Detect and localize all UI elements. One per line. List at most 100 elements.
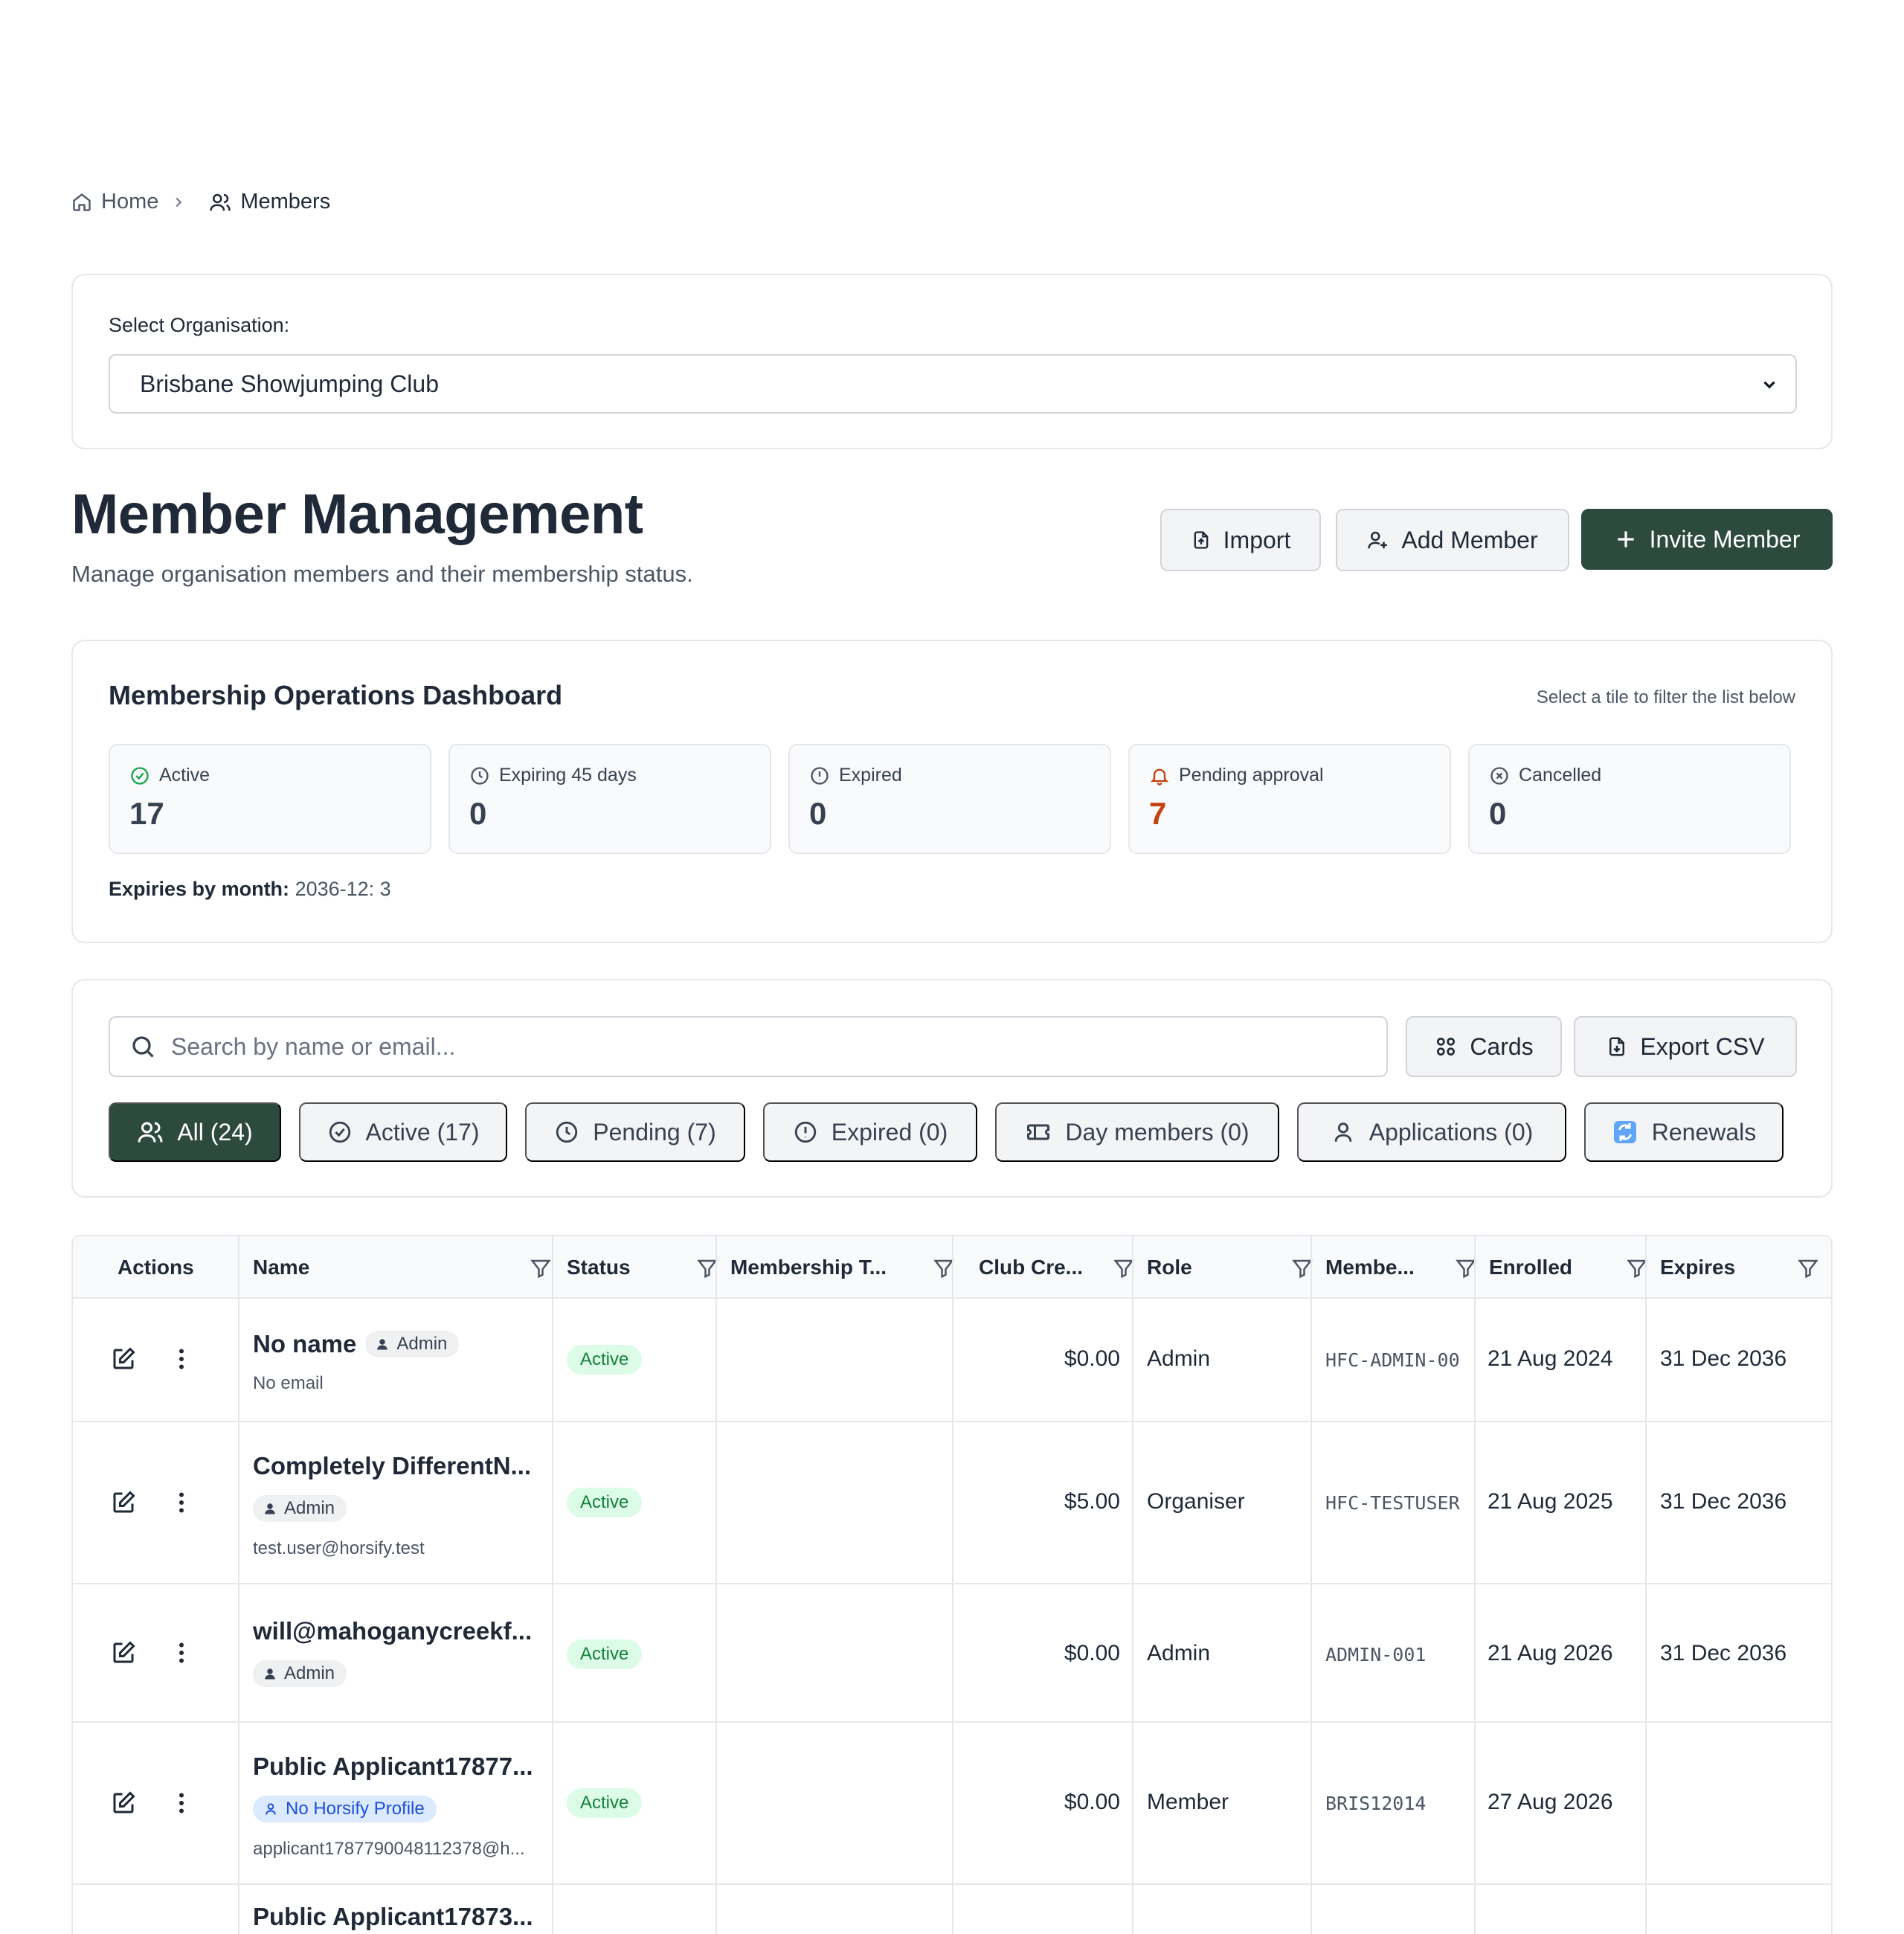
table-row: No name Admin No email Active $0.00 Admi…	[73, 1299, 1831, 1422]
tile-expired[interactable]: Expired 0	[788, 744, 1111, 854]
tile-expiring-label: Expiring 45 days	[499, 765, 637, 786]
member-name[interactable]: Public Applicant17877...	[253, 1753, 533, 1781]
club-credit: $0.00	[1064, 1790, 1120, 1814]
member-email: No email	[253, 1373, 324, 1393]
filter-pill-renewals[interactable]: Renewals	[1584, 1102, 1784, 1162]
column-enrolled-label: Enrolled	[1489, 1256, 1573, 1279]
user-plus-icon	[1368, 531, 1388, 549]
admin-badge-label: Admin	[396, 1334, 448, 1354]
user-icon	[377, 1339, 388, 1350]
filter-funnel-icon[interactable]	[530, 1257, 552, 1279]
column-membership-type-label: Membership T...	[730, 1256, 887, 1279]
dashboard-title: Membership Operations Dashboard	[109, 680, 563, 710]
enrolled-date: 21 Aug 2024	[1488, 1346, 1613, 1371]
member-name[interactable]: will@mahoganycreekf...	[253, 1617, 532, 1645]
column-header-status[interactable]: Status	[567, 1236, 730, 1299]
member-number: HFC-TESTUSER	[1325, 1492, 1460, 1514]
user-icon	[266, 1803, 276, 1815]
filter-pill-active[interactable]: Active (17)	[299, 1102, 507, 1162]
tile-active[interactable]: Active 17	[109, 744, 431, 854]
no-profile-badge-label: No Horsify Profile	[286, 1799, 425, 1819]
expires-date: 31 Dec 2036	[1660, 1489, 1787, 1514]
edit-icon[interactable]	[110, 1346, 137, 1372]
column-actions-label: Actions	[118, 1256, 194, 1279]
admin-badge-label: Admin	[284, 1498, 335, 1518]
role: Admin	[1147, 1346, 1211, 1371]
member-number: BRIS12014	[1325, 1793, 1427, 1814]
add-member-button[interactable]: Add Member	[1336, 509, 1569, 571]
tile-expiring[interactable]: Expiring 45 days 0	[448, 744, 771, 854]
filter-pill-pending-label: Pending (7)	[593, 1118, 716, 1146]
enrolled-date: 27 Aug 2026	[1488, 1790, 1613, 1814]
search-input[interactable]	[171, 1032, 1361, 1061]
members-table: Actions Name Status Membership T... Club…	[71, 1235, 1833, 1934]
table-row: Public Applicant17877... No Horsify Prof…	[73, 1723, 1831, 1885]
more-vertical-icon[interactable]	[168, 1489, 195, 1516]
users-icon	[210, 193, 231, 211]
column-header-expires[interactable]: Expires	[1660, 1236, 1831, 1299]
tile-active-label: Active	[159, 765, 210, 786]
filter-funnel-icon[interactable]	[1797, 1257, 1819, 1279]
tile-pending-approval[interactable]: Pending approval 7	[1128, 744, 1451, 854]
expires-date: 31 Dec 2036	[1660, 1641, 1787, 1665]
column-name-label: Name	[253, 1256, 310, 1279]
enrolled-date: 21 Aug 2025	[1488, 1489, 1613, 1514]
invite-member-button-label: Invite Member	[1649, 525, 1801, 553]
invite-member-button[interactable]: Invite Member	[1581, 509, 1833, 570]
more-vertical-icon[interactable]	[168, 1639, 195, 1666]
admin-badge: Admin	[365, 1331, 460, 1358]
organisation-select[interactable]: Brisbane Showjumping Club	[109, 354, 1797, 414]
page-subtitle: Manage organisation members and their me…	[71, 561, 693, 587]
member-name[interactable]: Public Applicant17873...	[253, 1903, 533, 1931]
cards-view-button-label: Cards	[1470, 1032, 1534, 1060]
column-header-enrolled[interactable]: Enrolled	[1489, 1236, 1660, 1299]
club-credit: $0.00	[1064, 1346, 1120, 1371]
plus-icon	[1617, 531, 1634, 547]
more-vertical-icon[interactable]	[168, 1346, 195, 1372]
column-header-membership-type[interactable]: Membership T...	[730, 1236, 967, 1299]
breadcrumb-home-label: Home	[101, 190, 159, 213]
filter-pill-day-members[interactable]: Day members (0)	[995, 1102, 1279, 1162]
table-row: will@mahoganycreekf... Admin Active $0.0…	[73, 1584, 1831, 1723]
user-icon	[265, 1668, 275, 1680]
export-csv-button[interactable]: Export CSV	[1574, 1016, 1797, 1077]
table-row: Public Applicant17873...	[73, 1885, 1831, 1934]
import-button[interactable]: Import	[1160, 509, 1321, 571]
tile-pending-value: 7	[1149, 796, 1167, 831]
breadcrumb-home-link[interactable]: Home	[71, 190, 158, 214]
grid-icon	[1437, 1038, 1456, 1056]
column-expires-label: Expires	[1660, 1256, 1736, 1279]
edit-icon[interactable]	[110, 1489, 137, 1516]
member-name[interactable]: No name	[253, 1330, 356, 1358]
import-button-label: Import	[1223, 526, 1291, 553]
cards-view-button[interactable]: Cards	[1406, 1016, 1562, 1077]
add-member-button-label: Add Member	[1401, 526, 1538, 553]
filter-pill-all[interactable]: All (24)	[109, 1102, 281, 1162]
expires-date: 31 Dec 2036	[1660, 1346, 1787, 1371]
more-vertical-icon[interactable]	[168, 1790, 195, 1816]
member-name[interactable]: Completely DifferentN...	[253, 1452, 531, 1480]
expiries-by-month: Expiries by month: 2036-12: 3	[109, 878, 391, 901]
tile-cancelled-label: Cancelled	[1519, 765, 1602, 786]
edit-icon[interactable]	[110, 1790, 137, 1816]
check-circle-icon	[329, 1121, 350, 1143]
edit-icon[interactable]	[110, 1639, 137, 1666]
filter-pill-day-members-label: Day members (0)	[1065, 1118, 1250, 1146]
filter-pill-pending[interactable]: Pending (7)	[525, 1102, 745, 1162]
member-number: ADMIN-001	[1325, 1644, 1427, 1665]
role: Admin	[1147, 1641, 1211, 1665]
filter-pill-applications[interactable]: Applications (0)	[1297, 1102, 1566, 1162]
column-header-member-number[interactable]: Membe...	[1325, 1236, 1489, 1299]
member-email: applicant1787790048112378@h...	[253, 1839, 525, 1859]
club-credit: $5.00	[1064, 1489, 1120, 1514]
status-badge: Active	[567, 1488, 643, 1517]
users-icon	[138, 1122, 163, 1143]
filter-pill-applications-label: Applications (0)	[1368, 1118, 1534, 1146]
column-header-role[interactable]: Role	[1147, 1236, 1325, 1299]
filter-pill-expired[interactable]: Expired (0)	[763, 1102, 977, 1162]
tile-pending-label: Pending approval	[1179, 765, 1324, 786]
column-header-club-credit[interactable]: Club Cre...	[979, 1236, 1147, 1299]
tile-cancelled[interactable]: Cancelled 0	[1468, 744, 1791, 854]
column-header-name[interactable]: Name	[253, 1236, 564, 1299]
tile-expiring-label-row: Expiring 45 days	[469, 765, 637, 786]
